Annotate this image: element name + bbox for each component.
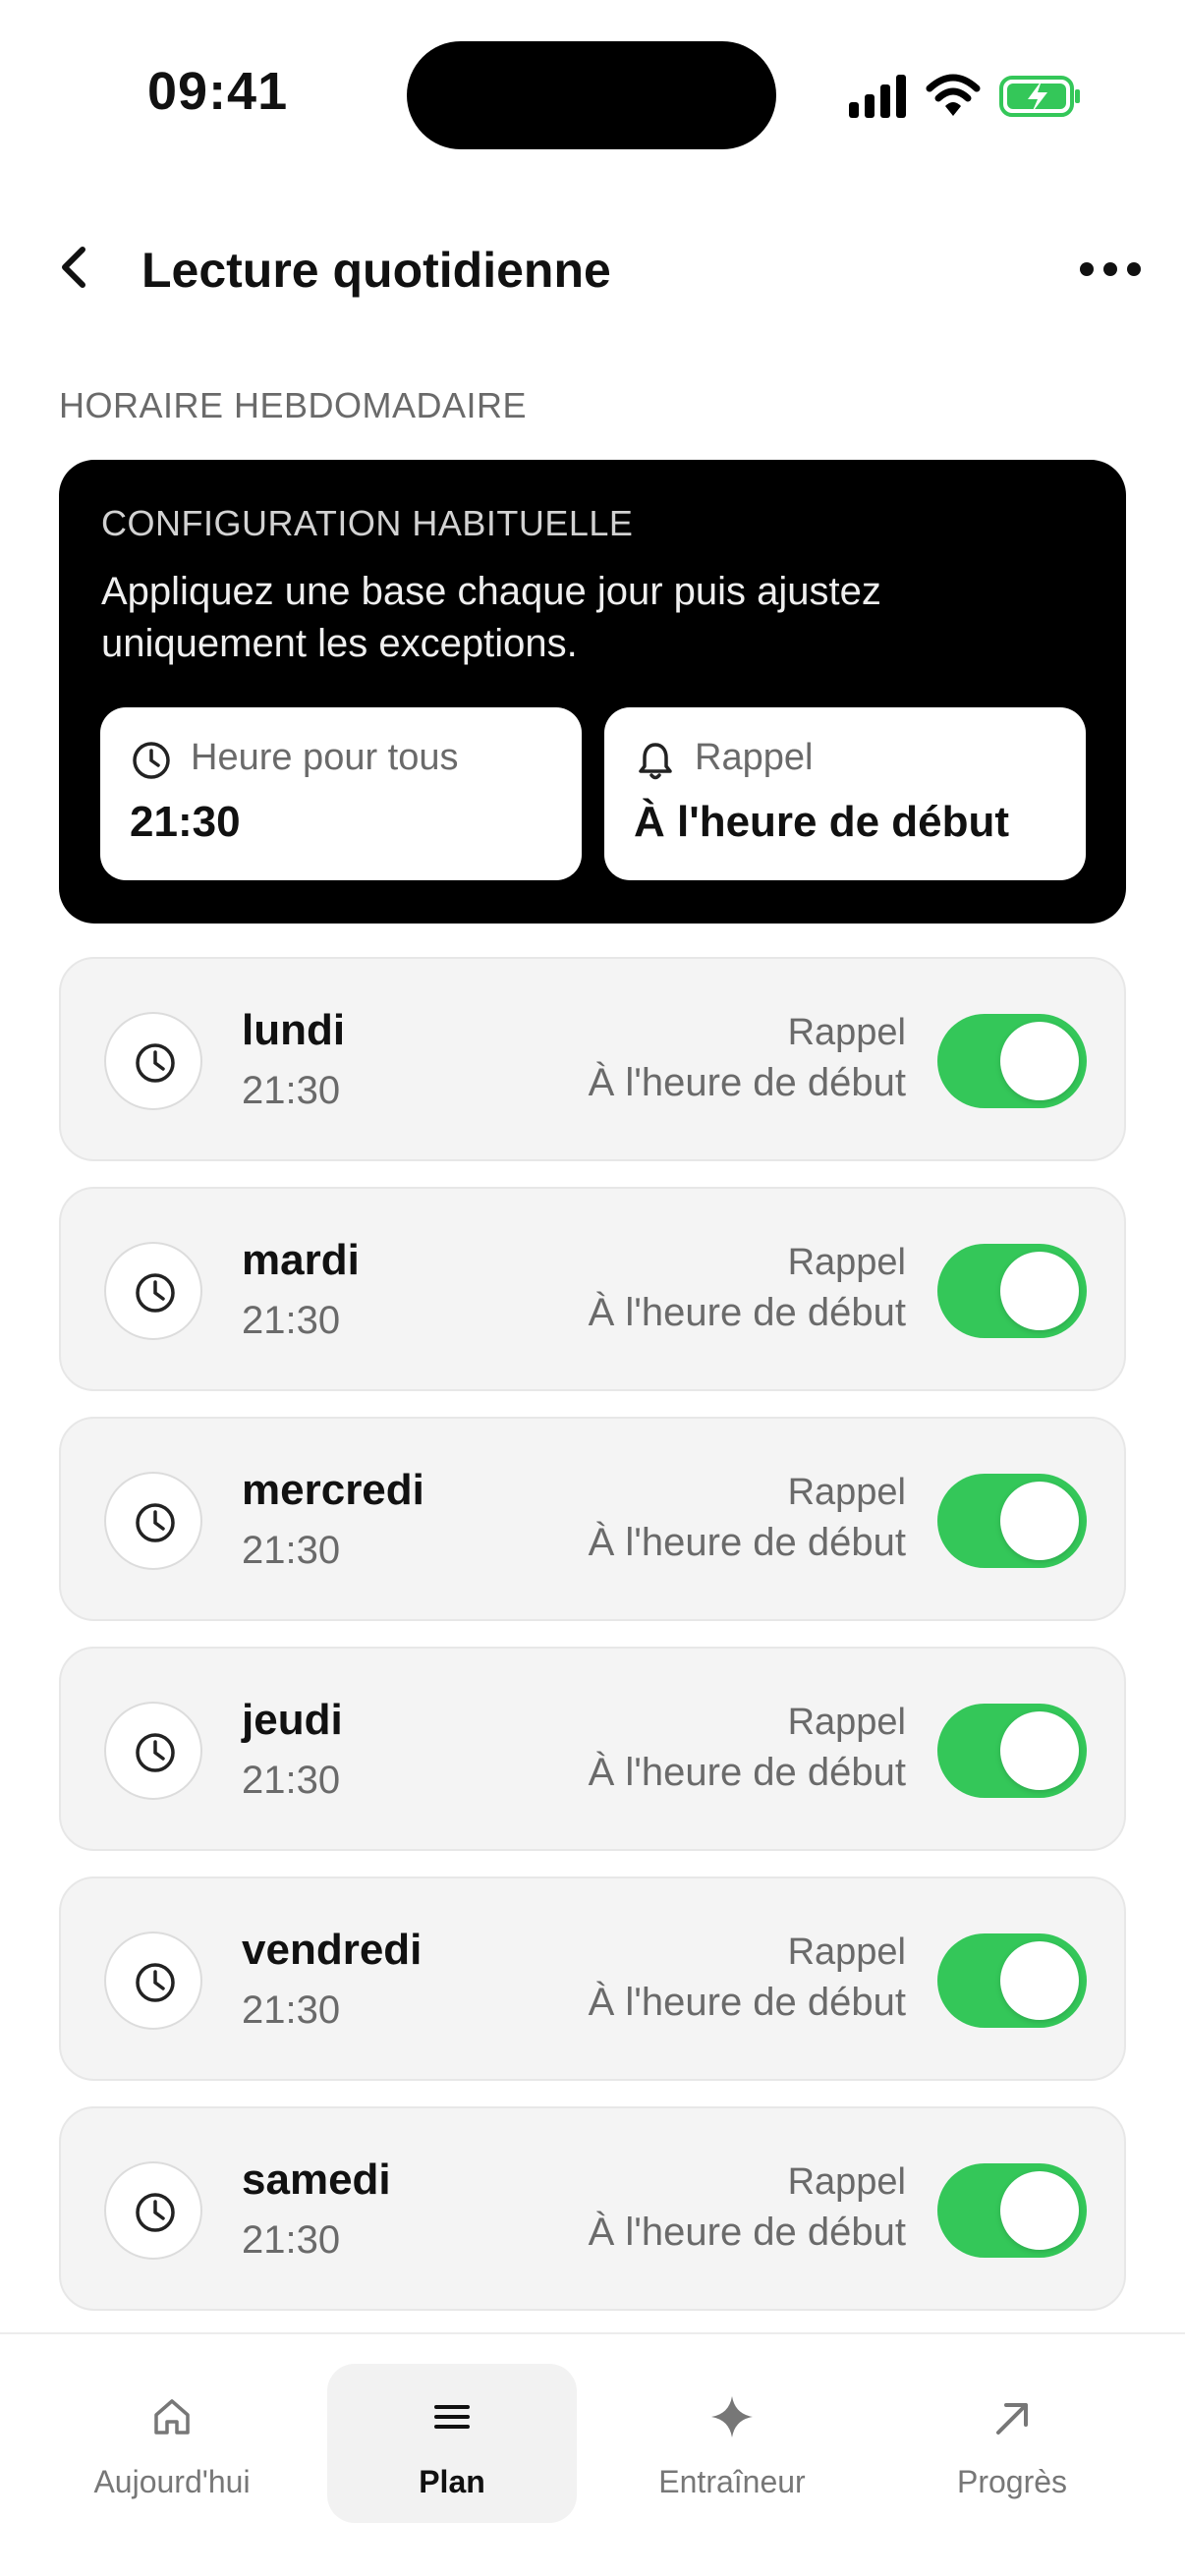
day-card-jeudi[interactable]: jeudi 21:30 Rappel À l'heure de début — [59, 1647, 1126, 1851]
tab-progress[interactable]: Progrès — [887, 2364, 1137, 2523]
day-reminder-value: À l'heure de début — [588, 1061, 906, 1104]
day-reminder-value: À l'heure de début — [588, 1521, 906, 1564]
day-name: lundi — [242, 1006, 346, 1054]
clock-icon — [136, 1733, 175, 1772]
tab-bar: Aujourd'hui Plan Entraîneur Progrès — [0, 2332, 1185, 2576]
tab-label: Entraîneur — [658, 2464, 806, 2499]
day-time: 21:30 — [242, 1759, 341, 1802]
time-for-all-button[interactable]: Heure pour tous 21:30 — [100, 707, 582, 880]
section-label: HORAIRE HEBDOMADAIRE — [59, 385, 528, 425]
sparkle-icon — [711, 2396, 753, 2437]
reminder-button[interactable]: Rappel À l'heure de début — [604, 707, 1086, 880]
time-for-all-label: Heure pour tous — [191, 737, 459, 778]
tab-plan[interactable]: Plan — [327, 2364, 577, 2523]
day-reminder-label: Rappel — [787, 1012, 906, 1053]
home-icon — [154, 2399, 190, 2435]
signal-icon — [849, 75, 906, 118]
day-reminder-value: À l'heure de début — [588, 1751, 906, 1794]
day-time: 21:30 — [242, 1069, 341, 1112]
day-clock-badge — [104, 1702, 202, 1800]
chevron-left-icon — [62, 247, 85, 288]
day-clock-badge — [104, 2161, 202, 2260]
status-time: 09:41 — [147, 62, 289, 121]
bell-icon — [639, 743, 672, 780]
dynamic-island — [407, 41, 776, 149]
day-time: 21:30 — [242, 1529, 341, 1572]
day-name: samedi — [242, 2156, 391, 2204]
day-reminder-value: À l'heure de début — [588, 1291, 906, 1334]
day-card-vendredi[interactable]: vendredi 21:30 Rappel À l'heure de début — [59, 1876, 1126, 2081]
day-name: jeudi — [242, 1696, 343, 1744]
day-card-lundi[interactable]: lundi 21:30 Rappel À l'heure de début — [59, 957, 1126, 1161]
reminder-value: À l'heure de début — [634, 798, 1010, 846]
day-reminder-label: Rappel — [787, 1242, 906, 1283]
day-name: vendredi — [242, 1926, 423, 1974]
day-time: 21:30 — [242, 1988, 341, 2032]
clock-icon — [136, 1963, 175, 2002]
clock-icon — [136, 1273, 175, 1313]
day-toggle-lundi[interactable] — [937, 1014, 1087, 1108]
clock-icon — [136, 1043, 175, 1083]
day-reminder-value: À l'heure de début — [588, 2211, 906, 2254]
menu-icon — [434, 2405, 470, 2429]
battery-icon — [999, 76, 1080, 117]
day-toggle-mardi[interactable] — [937, 1244, 1087, 1338]
header: Lecture quotidienne — [0, 206, 1185, 334]
day-card-samedi[interactable]: samedi 21:30 Rappel À l'heure de début — [59, 2106, 1126, 2311]
day-name: mercredi — [242, 1466, 424, 1514]
config-card: CONFIGURATION HABITUELLE Appliquez une b… — [59, 460, 1126, 924]
more-button[interactable] — [1071, 242, 1150, 297]
wifi-icon — [926, 74, 981, 116]
day-clock-badge — [104, 1472, 202, 1570]
day-toggle-mercredi[interactable] — [937, 1474, 1087, 1568]
day-clock-badge — [104, 1012, 202, 1110]
config-description: Appliquez une base chaque jour puis ajus… — [101, 570, 881, 665]
day-reminder-label: Rappel — [787, 1932, 906, 1973]
toggle-knob — [1000, 1252, 1079, 1330]
day-reminder-label: Rappel — [787, 1472, 906, 1513]
arrow-up-right-icon — [996, 2403, 1028, 2435]
tab-label: Aujourd'hui — [93, 2464, 251, 2499]
clock-icon — [133, 742, 170, 779]
day-clock-badge — [104, 1932, 202, 2030]
back-button[interactable] — [43, 236, 106, 299]
tab-label: Plan — [419, 2464, 485, 2499]
toggle-knob — [1000, 1941, 1079, 2020]
toggle-knob — [1000, 1022, 1079, 1100]
day-time: 21:30 — [242, 2218, 341, 2262]
clock-icon — [136, 2193, 175, 2232]
tab-coach[interactable]: Entraîneur — [607, 2364, 857, 2523]
reminder-label: Rappel — [695, 737, 814, 778]
day-toggle-jeudi[interactable] — [937, 1704, 1087, 1798]
toggle-knob — [1000, 1711, 1079, 1790]
toggle-knob — [1000, 1482, 1079, 1560]
day-reminder-label: Rappel — [787, 2161, 906, 2203]
tab-label: Progrès — [956, 2464, 1068, 2499]
day-name: mardi — [242, 1236, 360, 1284]
tab-today[interactable]: Aujourd'hui — [47, 2364, 297, 2523]
config-title: CONFIGURATION HABITUELLE — [101, 503, 634, 543]
day-reminder-label: Rappel — [787, 1702, 906, 1743]
toggle-knob — [1000, 2171, 1079, 2250]
day-card-mercredi[interactable]: mercredi 21:30 Rappel À l'heure de début — [59, 1417, 1126, 1621]
day-toggle-vendredi[interactable] — [937, 1933, 1087, 2028]
day-reminder-value: À l'heure de début — [588, 1981, 906, 2024]
status-bar: 09:41 — [0, 0, 1185, 187]
day-toggle-samedi[interactable] — [937, 2163, 1087, 2258]
day-card-mardi[interactable]: mardi 21:30 Rappel À l'heure de début — [59, 1187, 1126, 1391]
page-title: Lecture quotidienne — [141, 243, 611, 298]
screen: 09:41 Lecture quotidienne HORAIRE HEBDOM… — [0, 0, 1185, 2576]
clock-icon — [136, 1503, 175, 1542]
more-icon — [1080, 262, 1141, 276]
time-for-all-value: 21:30 — [130, 798, 241, 846]
status-icons — [847, 69, 1083, 124]
day-clock-badge — [104, 1242, 202, 1340]
day-time: 21:30 — [242, 1299, 341, 1342]
